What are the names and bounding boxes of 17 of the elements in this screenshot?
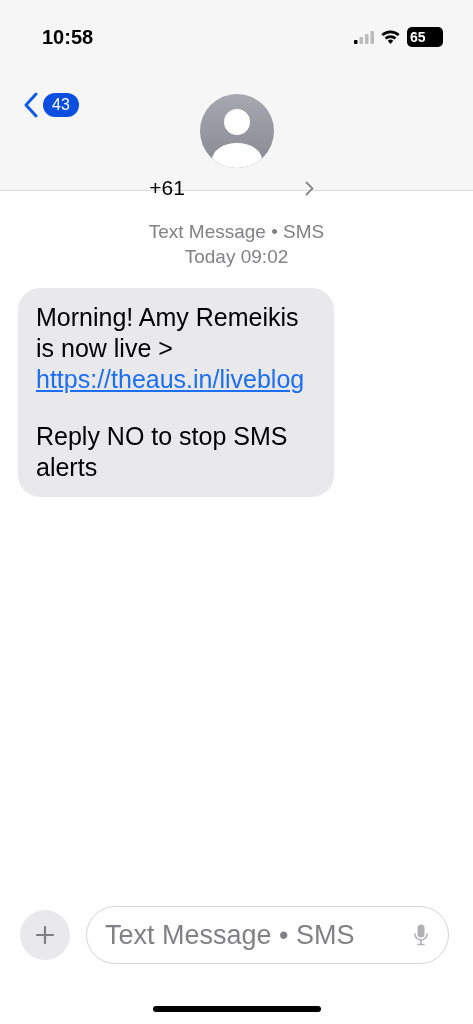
timestamp: Today 09:02: [184, 246, 289, 268]
add-button[interactable]: [20, 910, 70, 960]
plus-icon[interactable]: [36, 926, 54, 944]
battery-indicator: 65: [407, 27, 443, 47]
message-text: Reply NO to stop SMS alerts: [36, 422, 288, 481]
chevron-icon[interactable]: [304, 180, 314, 196]
message-text: Morning! Amy Remeikis is now live > https://theaus.in/liveblog: [36, 303, 305, 393]
microphone-icon[interactable]: [414, 924, 428, 946]
signal-icon: [354, 30, 374, 44]
message-input[interactable]: Text Message • SMS: [105, 919, 414, 951]
avatar-icon[interactable]: [199, 94, 274, 168]
contact-number[interactable]: +61: [149, 176, 185, 200]
wifi-icon: [381, 30, 400, 44]
status-time: 10:58: [42, 25, 94, 49]
back-chevron-icon[interactable]: [24, 92, 38, 118]
message-link[interactable]: https://theaus.in/liveblog: [36, 365, 305, 393]
service-label: Text Message • SMS: [148, 221, 325, 243]
